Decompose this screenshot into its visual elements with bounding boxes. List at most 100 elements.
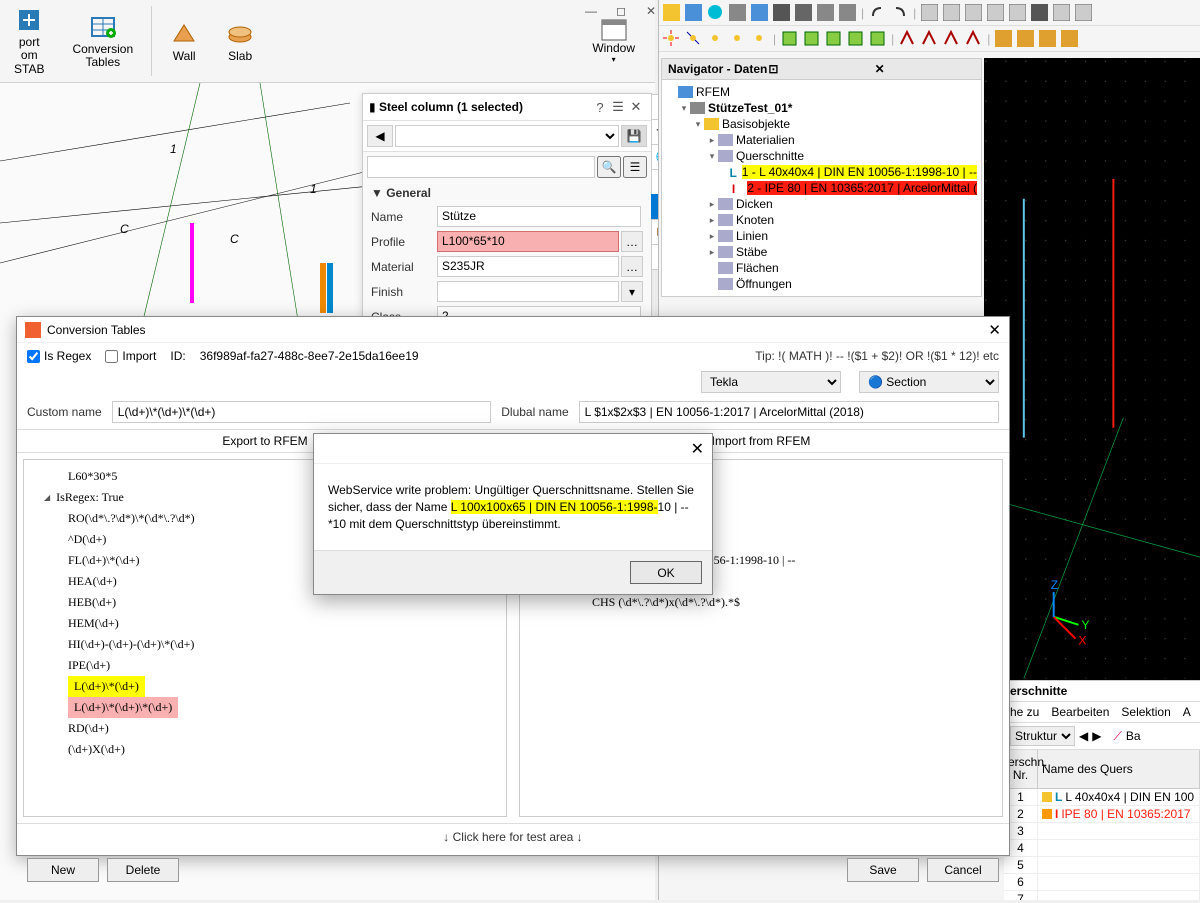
- profile-input[interactable]: L100*65*10: [437, 231, 619, 252]
- table-row[interactable]: 4: [1004, 840, 1200, 857]
- help-icon[interactable]: ?: [591, 98, 609, 116]
- list-item[interactable]: L(\d+)\*(\d+)\*(\d+): [68, 697, 178, 718]
- ribbon-wall[interactable]: Wall: [156, 0, 212, 82]
- toolbar-icon[interactable]: [663, 30, 680, 47]
- tree-item[interactable]: Öffnungen: [662, 276, 981, 292]
- is-regex-checkbox[interactable]: Is Regex: [27, 349, 91, 363]
- list-item[interactable]: HI(\d+)-(\d+)-(\d+)\*(\d+): [24, 634, 506, 655]
- software-select[interactable]: Tekla: [701, 371, 841, 393]
- tree-item[interactable]: L1 - L 40x40x4 | DIN EN 10056-1:1998-10 …: [662, 164, 981, 180]
- ribbon-conversion-tables[interactable]: ConversionTables: [58, 0, 147, 82]
- toolbar-icon[interactable]: [685, 30, 702, 47]
- menu-edit[interactable]: Bearbeiten: [1051, 705, 1109, 719]
- table-row[interactable]: 7: [1004, 891, 1200, 900]
- list-item[interactable]: L(\d+)\*(\d+): [68, 676, 145, 697]
- finish-input[interactable]: [437, 281, 619, 302]
- toolbar-icon[interactable]: [729, 30, 746, 47]
- ribbon-slab[interactable]: Slab: [212, 0, 268, 82]
- menu-goto[interactable]: he zu: [1010, 705, 1039, 719]
- list-item[interactable]: IPE(\d+): [24, 655, 506, 676]
- toolbar-icon[interactable]: [803, 30, 820, 47]
- toolbar-icon[interactable]: [685, 4, 702, 21]
- toolbar-icon[interactable]: [707, 4, 724, 21]
- redo-icon[interactable]: [891, 4, 908, 21]
- toolbar-icon[interactable]: [869, 30, 886, 47]
- rfem-viewport[interactable]: Y X Z: [984, 58, 1200, 680]
- tree-item[interactable]: ▸Knoten: [662, 212, 981, 228]
- toolbar-icon[interactable]: [1017, 30, 1034, 47]
- toolbar-icon[interactable]: [663, 4, 680, 21]
- ok-button[interactable]: OK: [630, 561, 702, 584]
- category-select[interactable]: 🔵 Section: [859, 371, 999, 393]
- window-minimize-icon[interactable]: —: [576, 0, 606, 22]
- back-button[interactable]: ◀: [367, 125, 393, 147]
- ribbon-import[interactable]: portomSTAB: [0, 0, 58, 82]
- tree-item[interactable]: I2 - IPE 80 | EN 10365:2017 | ArcelorMit…: [662, 180, 981, 196]
- list-item[interactable]: HEM(\d+): [24, 613, 506, 634]
- toolbar-icon[interactable]: [965, 30, 982, 47]
- toolbar-icon[interactable]: [1039, 30, 1056, 47]
- cancel-button[interactable]: Cancel: [927, 858, 999, 882]
- import-checkbox[interactable]: Import: [105, 349, 156, 363]
- toolbar-icon[interactable]: [965, 4, 982, 21]
- filter-icon[interactable]: ☰: [623, 156, 647, 178]
- struct-select[interactable]: Struktur: [1010, 726, 1075, 746]
- custom-name-input[interactable]: [112, 401, 492, 423]
- dlubal-name-input[interactable]: [579, 401, 999, 423]
- toolbar-icon[interactable]: [899, 30, 916, 47]
- tree-item[interactable]: ▾Querschnitte: [662, 148, 981, 164]
- tree-item[interactable]: RFEM: [662, 84, 981, 100]
- name-input[interactable]: Stütze: [437, 206, 641, 227]
- window-restore-icon[interactable]: ◻: [606, 0, 636, 22]
- tree-item[interactable]: ▸Materialien: [662, 132, 981, 148]
- new-button[interactable]: New: [27, 858, 99, 882]
- table-row[interactable]: 3: [1004, 823, 1200, 840]
- prev-icon[interactable]: ◀: [1079, 729, 1088, 743]
- material-browse-button[interactable]: …: [621, 256, 643, 277]
- menu-a[interactable]: A: [1183, 705, 1191, 719]
- list-icon[interactable]: ☰: [609, 98, 627, 116]
- toolbar-icon[interactable]: [781, 30, 798, 47]
- toolbar-icon[interactable]: [943, 30, 960, 47]
- tree-item[interactable]: Flächen: [662, 260, 981, 276]
- tree-item[interactable]: ▸Linien: [662, 228, 981, 244]
- toolbar-icon[interactable]: [751, 30, 768, 47]
- close-icon[interactable]: ✕: [627, 98, 645, 116]
- toolbar-icon[interactable]: [1061, 30, 1078, 47]
- toolbar-icon[interactable]: [943, 4, 960, 21]
- table-row[interactable]: 1 L L 40x40x4 | DIN EN 100: [1004, 789, 1200, 806]
- next-icon[interactable]: ▶: [1092, 729, 1101, 743]
- menu-selection[interactable]: Selektion: [1121, 705, 1170, 719]
- tree-item[interactable]: ▸Dicken: [662, 196, 981, 212]
- close-icon[interactable]: ✕: [691, 439, 704, 459]
- save-button[interactable]: Save: [847, 858, 919, 882]
- toolbar-icon[interactable]: [1075, 4, 1092, 21]
- undo-icon[interactable]: [869, 4, 886, 21]
- toolbar-icon[interactable]: [817, 4, 834, 21]
- test-area-hint[interactable]: ↓ Click here for test area ↓: [17, 823, 1009, 850]
- search-icon[interactable]: 🔍: [597, 156, 621, 178]
- list-item[interactable]: (\d+)X(\d+): [24, 739, 506, 760]
- toolbar-icon[interactable]: [847, 30, 864, 47]
- table-row[interactable]: 6: [1004, 874, 1200, 891]
- profile-browse-button[interactable]: …: [621, 231, 643, 252]
- save-icon[interactable]: [773, 4, 790, 21]
- tree-item[interactable]: ▸Stäbe: [662, 244, 981, 260]
- tree-item[interactable]: ▾StützeTest_01*: [662, 100, 981, 116]
- tree-item[interactable]: ▾Basisobjekte: [662, 116, 981, 132]
- toolbar-icon[interactable]: [729, 4, 746, 21]
- list-item[interactable]: RD(\d+): [24, 718, 506, 739]
- toolbar-icon[interactable]: [825, 30, 842, 47]
- toolbar-icon[interactable]: [751, 4, 768, 21]
- close-icon[interactable]: ✕: [988, 321, 1001, 339]
- toolbar-icon[interactable]: [1031, 4, 1048, 21]
- toolbar-icon[interactable]: [839, 4, 856, 21]
- pin-icon[interactable]: ⊡: [768, 62, 868, 76]
- save-preset-button[interactable]: 💾: [621, 125, 647, 147]
- toolbar-icon[interactable]: [1053, 4, 1070, 21]
- preset-select[interactable]: [395, 125, 619, 147]
- toolbar-icon[interactable]: [995, 30, 1012, 47]
- toolbar-icon[interactable]: [921, 30, 938, 47]
- delete-button[interactable]: Delete: [107, 858, 179, 882]
- table-row[interactable]: 5: [1004, 857, 1200, 874]
